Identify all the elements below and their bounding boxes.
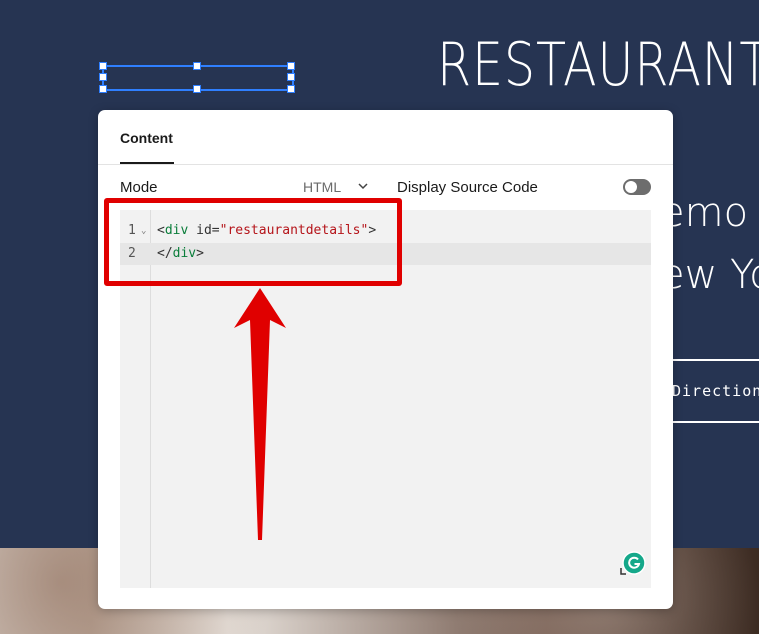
resize-handle[interactable] <box>193 85 201 93</box>
resize-handle[interactable] <box>193 62 201 70</box>
display-source-code-toggle[interactable] <box>623 179 651 195</box>
annotation-arrow-icon <box>234 288 286 540</box>
resize-handle[interactable] <box>99 62 107 70</box>
mode-select[interactable]: HTML <box>303 179 341 195</box>
hero-subtitle-line-1: emo S <box>660 190 759 236</box>
mode-label: Mode <box>120 179 158 196</box>
annotation-highlight-box <box>104 198 402 286</box>
display-source-code-label: Display Source Code <box>397 179 538 196</box>
grammarly-icon[interactable] <box>620 550 646 576</box>
code-block-panel: Content Mode HTML Display Source Code 1 … <box>98 110 673 609</box>
toggle-knob <box>625 181 637 193</box>
resize-handle[interactable] <box>287 85 295 93</box>
directions-button-label: Direction <box>672 382 759 400</box>
tab-content[interactable]: Content <box>120 130 173 146</box>
resize-handle[interactable] <box>99 85 107 93</box>
resize-handle[interactable] <box>287 62 295 70</box>
resize-handle[interactable] <box>287 73 295 81</box>
hero-subtitle-line-2: ew Yo <box>660 252 759 298</box>
resize-handle[interactable] <box>99 73 107 81</box>
hero-title: RESTAURANT <box>437 30 759 100</box>
tab-divider <box>98 164 673 165</box>
chevron-down-icon[interactable] <box>358 181 368 191</box>
